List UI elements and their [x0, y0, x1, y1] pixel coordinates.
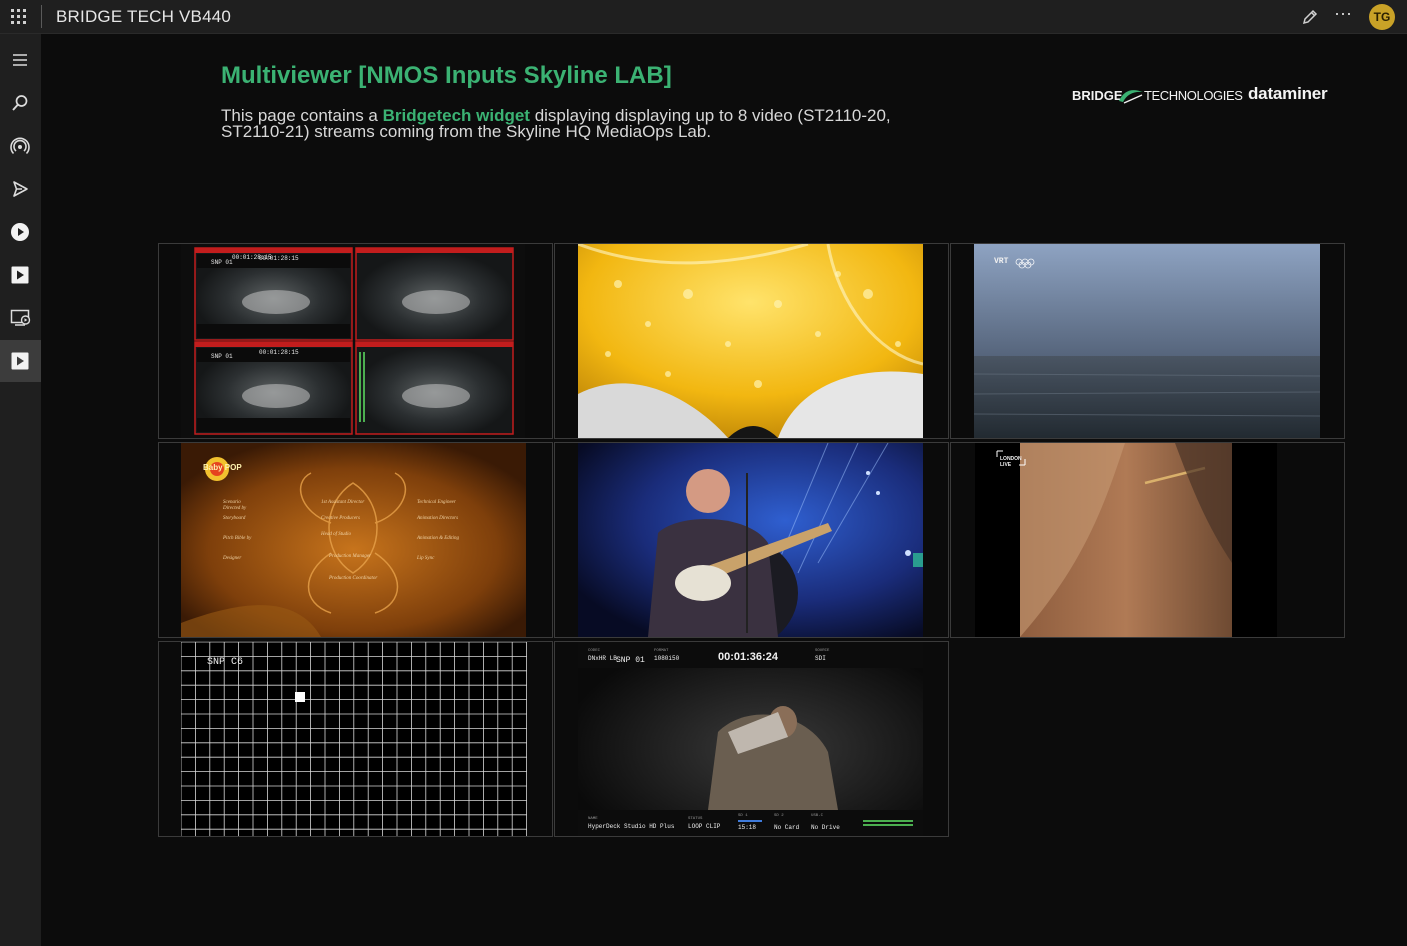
svg-text:Technical Engineer: Technical Engineer	[417, 500, 456, 505]
timecode-display: 00:01:36:24	[718, 651, 778, 663]
status-label: STATUS	[688, 817, 703, 821]
lemon-bubbles-frame	[577, 244, 924, 438]
sidebar-menu-button[interactable]	[0, 39, 41, 81]
svg-text:Scenario: Scenario	[223, 500, 241, 505]
channel-badge-vrt: VRT	[994, 257, 1009, 266]
svg-text:1st Assistant Director: 1st Assistant Director	[321, 500, 364, 505]
video-stream-2	[577, 244, 924, 438]
more-options-icon[interactable]: ⋯	[1332, 5, 1354, 27]
status-value: LOOP CLIP	[688, 823, 721, 830]
test-grid-frame	[180, 642, 528, 836]
send-icon	[13, 181, 28, 197]
dataminer-logo: dataminer	[1248, 84, 1328, 103]
logo-text-bridge: BRIDGE	[1072, 88, 1123, 103]
play-square-icon	[11, 352, 29, 370]
svg-text:Head of Studio: Head of Studio	[320, 532, 351, 537]
channel-badge-london-live: LONDON LIVE	[1000, 456, 1022, 468]
top-bar: BRIDGE TECH VB440 ⋯ TG	[0, 0, 1407, 34]
app-title: BRIDGE TECH VB440	[56, 7, 232, 26]
sidebar-item-multiviewer[interactable]	[0, 340, 41, 382]
sd1-value: 15:18	[738, 824, 757, 831]
play-square-icon	[11, 266, 29, 284]
video-tile-4[interactable]: Scenario Directed by Storyboard Pitch Bibl…	[158, 442, 553, 638]
edit-pencil-icon[interactable]	[1300, 7, 1320, 27]
format-value: 1080i50	[654, 655, 680, 662]
snp-label: SNP 01	[616, 656, 645, 665]
play-circle-icon	[11, 223, 29, 241]
name-label: NAME	[588, 817, 598, 821]
sidebar-item-video[interactable]	[0, 254, 41, 296]
logo-text-technologies: TECHNOLOGIES	[1144, 88, 1243, 103]
hamburger-icon	[13, 54, 27, 66]
sidebar-item-broadcast[interactable]	[0, 125, 41, 167]
video-tile-1[interactable]: 00:01:28:15 00:01:28:15 SNP 01 SNP 01	[158, 243, 553, 439]
sidebar-item-monitor[interactable]	[0, 297, 41, 339]
codec-value: DNxHR LB	[588, 655, 617, 662]
sd1-label: SD 1	[738, 814, 748, 818]
svg-text:Directed by: Directed by	[222, 506, 247, 511]
monitor-play-icon	[10, 309, 31, 326]
sidebar-item-search[interactable]	[0, 82, 41, 124]
page-description: This page contains a Bridgetech widget d…	[221, 107, 941, 140]
broadcast-icon	[10, 137, 30, 155]
svg-text:SNP 01: SNP 01	[211, 353, 233, 360]
svg-text:Production Coordinator: Production Coordinator	[328, 576, 377, 581]
video-stream-6: LONDON LIVE	[975, 443, 1277, 637]
svg-text:Animation Directors: Animation Directors	[416, 516, 458, 521]
source-value: SDI	[815, 655, 826, 662]
snp-label: SNP C6	[207, 657, 244, 668]
bridge-technologies-logo: BRIDGE TECHNOLOGIES	[1072, 86, 1243, 108]
top-separator	[41, 5, 42, 28]
sd2-value: No Card	[774, 824, 800, 831]
usb-value: No Drive	[811, 824, 840, 831]
video-tile-8[interactable]: CODEC DNxHR LB SNP 01 FORMAT 1080i50 00:…	[554, 641, 949, 837]
baby-pop-logo: Baby POP	[203, 463, 242, 472]
video-stream-3: VRT	[973, 244, 1321, 438]
swoosh-icon	[1119, 90, 1143, 104]
name-value: HyperDeck Studio HD Plus	[588, 823, 675, 830]
sidebar	[0, 34, 41, 946]
quad-timecode: 00:01:28:15	[232, 254, 272, 261]
video-tile-3[interactable]: VRT	[950, 243, 1345, 439]
video-stream-4: Scenario Directed by Storyboard Pitch Bibl…	[181, 443, 526, 637]
video-tile-7[interactable]: SNP C6	[158, 641, 553, 837]
svg-text:Pitch Bible by: Pitch Bible by	[222, 536, 252, 541]
video-stream-8: CODEC DNxHR LB SNP 01 FORMAT 1080i50 00:…	[578, 642, 923, 836]
svg-text:Creative Producers: Creative Producers	[321, 516, 360, 521]
page-title: Multiviewer [NMOS Inputs Skyline LAB]	[221, 62, 672, 89]
user-avatar[interactable]: TG	[1369, 4, 1395, 30]
sea-horizon-frame	[973, 244, 1321, 438]
sd2-label: SD 2	[774, 814, 784, 818]
source-label: SOURCE	[815, 649, 830, 653]
format-label: FORMAT	[654, 649, 669, 653]
app-grid-icon[interactable]	[11, 9, 26, 24]
usb-label: USB-C	[811, 814, 824, 818]
credits-frame: ScenarioDirected by Storyboard Pitch Bibl…	[181, 443, 526, 637]
sidebar-item-playback[interactable]	[0, 211, 41, 253]
video-tile-2[interactable]	[554, 243, 949, 439]
svg-text:Storyboard: Storyboard	[223, 516, 246, 521]
svg-text:Lip Sync: Lip Sync	[416, 556, 435, 561]
svg-text:00:01:28:15: 00:01:28:15	[259, 349, 299, 356]
svg-text:Animation & Editing: Animation & Editing	[416, 536, 459, 541]
hyperdeck-frame	[578, 642, 923, 836]
search-icon	[12, 95, 28, 111]
video-tile-6[interactable]: LONDON LIVE	[950, 442, 1345, 638]
portrait-closeup-frame	[975, 443, 1277, 637]
codec-label: CODEC	[588, 649, 601, 653]
video-stream-1: 00:01:28:15 00:01:28:15 SNP 01 SNP 01	[181, 244, 525, 438]
video-stream-5	[578, 443, 923, 637]
quad-multiviewer-frame: 00:01:28:1500:01:28:15SNP 01SNP 01	[181, 244, 525, 438]
svg-text:Designer: Designer	[222, 556, 241, 561]
sidebar-item-send[interactable]	[0, 168, 41, 210]
svg-text:Production Manager: Production Manager	[328, 554, 371, 559]
concert-guitarist-frame	[578, 443, 923, 637]
svg-text:SNP 01: SNP 01	[211, 259, 233, 266]
video-stream-7: SNP C6	[180, 642, 528, 836]
video-tile-5[interactable]	[554, 442, 949, 638]
